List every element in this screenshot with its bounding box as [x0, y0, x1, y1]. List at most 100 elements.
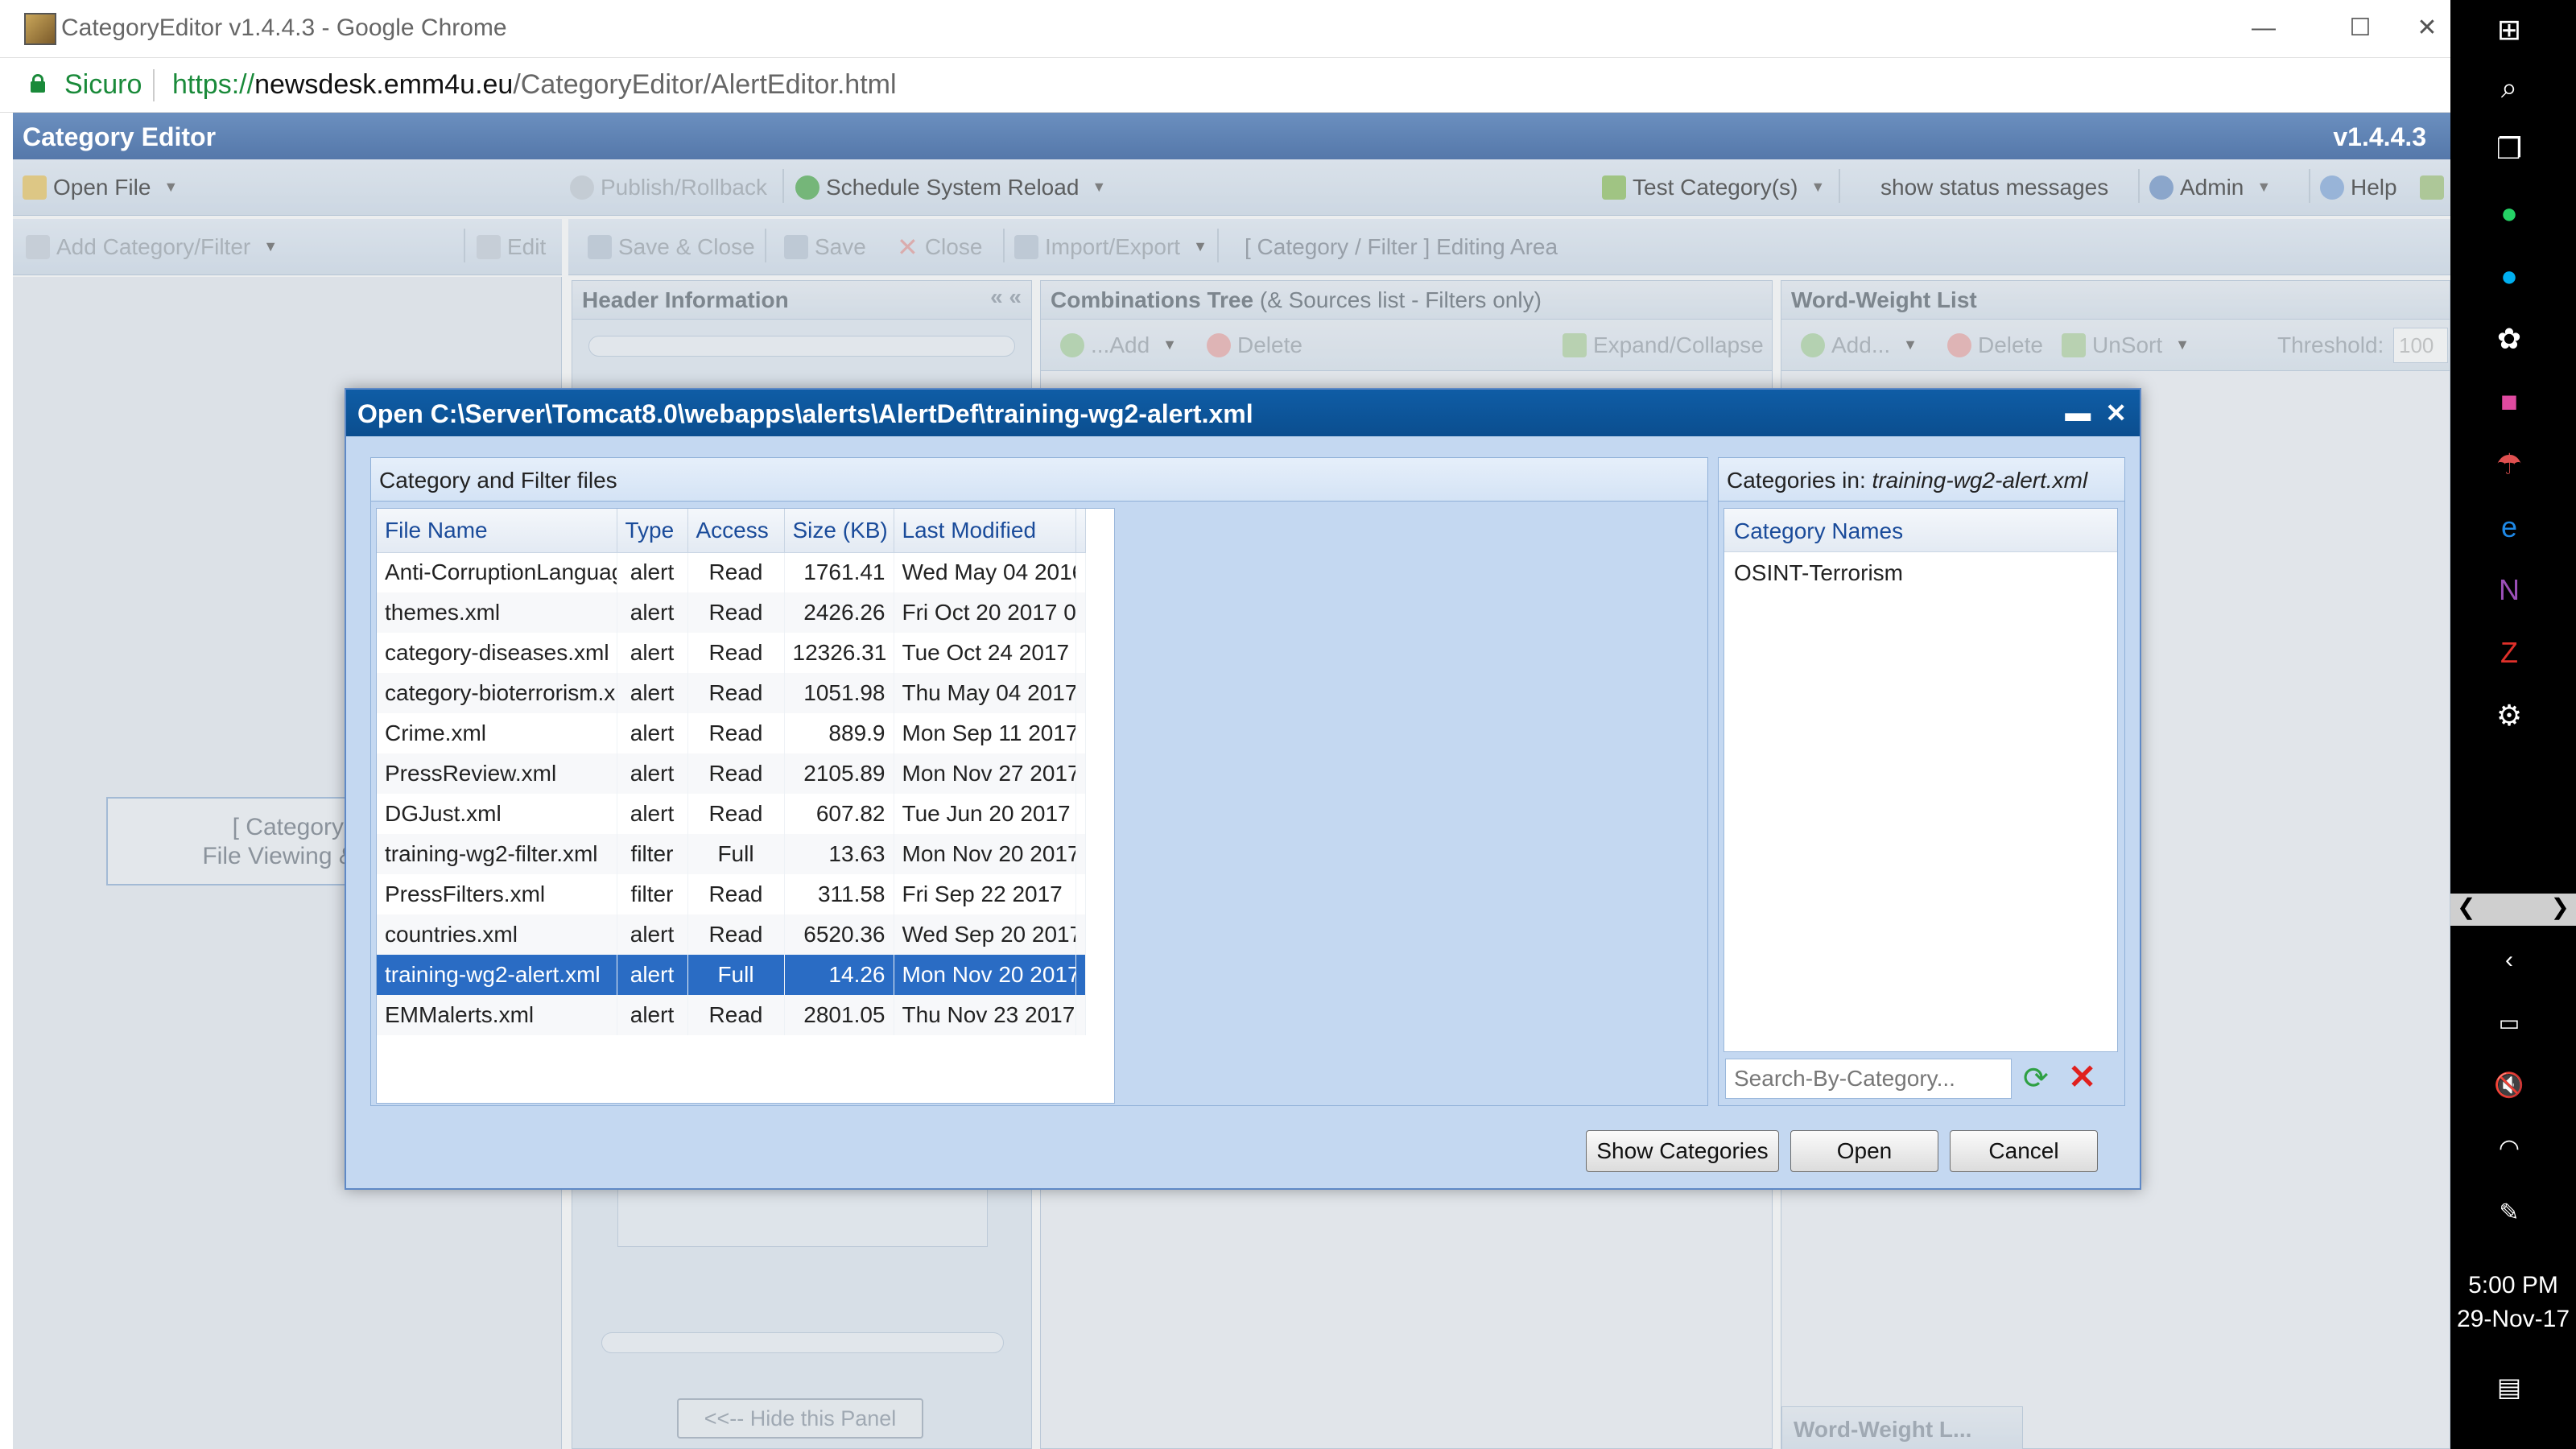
combinations-toolbar: ...Add ▼ Delete Expand/Collapse [1041, 320, 1772, 371]
app-icon-generic[interactable]: ☂ [2491, 446, 2528, 483]
word-weight-footer-tab[interactable]: Word-Weight L... [1781, 1406, 2023, 1449]
open-button[interactable]: Open [1790, 1130, 1938, 1172]
maximize-button[interactable]: ☐ [2336, 8, 2384, 48]
chevron-down-icon: ▼ [263, 238, 279, 254]
file-row-spacer [1075, 592, 1086, 633]
file-row[interactable]: PressReview.xml alert Read 2105.89 Mon Nov 2… [377, 753, 1086, 794]
app-icon-red[interactable]: Z [2491, 634, 2528, 671]
file-row[interactable]: themes.xml alert Read 2426.26 Fri Oct 20 201… [377, 592, 1086, 633]
refresh-icon[interactable]: ⟳ [2023, 1063, 2049, 1094]
edge-icon[interactable]: e [2491, 509, 2528, 546]
publish-rollback-button[interactable]: Publish/Rollback [570, 159, 767, 215]
categories-panel: Categories in: training-wg2-alert.xml Ca… [1718, 457, 2125, 1106]
file-row-spacer [1075, 995, 1086, 1035]
file-rows: Anti-CorruptionLanguage.xmlalertRead1761… [377, 552, 1086, 1035]
file-type-cell: alert [617, 552, 688, 592]
minimize-icon[interactable]: ▬ [2065, 398, 2091, 428]
admin-menu[interactable]: Admin ▼ [2149, 159, 2271, 215]
file-row[interactable]: EMMalerts.xml alert Read 2801.05 Thu Nov 23 … [377, 995, 1086, 1035]
import-export-menu[interactable]: Import/Export ▼ [1014, 219, 1208, 275]
notifications-icon[interactable]: ▤ [2491, 1368, 2528, 1406]
toolbar-separator [2309, 169, 2310, 203]
add-icon [1801, 332, 1825, 357]
chevron-left-icon[interactable]: ‹ [2491, 942, 2528, 979]
file-row[interactable]: Crime.xml alert Read 889.9 Mon Sep 11 2017 [377, 713, 1086, 753]
address-bar[interactable]: Sicuro https://newsdesk.emm4u.eu/Categor… [0, 58, 2450, 113]
paint-icon[interactable]: ■ [2491, 383, 2528, 420]
search-icon[interactable]: ⌕ [2491, 69, 2528, 106]
word-weight-toolbar: Add... ▼ Delete UnSort ▼ Threshold: 100 [1781, 320, 2450, 371]
chevron-left-icon[interactable]: ❮ [2457, 894, 2475, 920]
dialog-title-bar[interactable]: Open C:\Server\Tomcat8.0\webapps\alerts\… [346, 390, 2140, 436]
skype-icon[interactable]: ● [2491, 258, 2528, 295]
hide-panel-button[interactable]: <<-- Hide this Panel [677, 1398, 923, 1439]
file-row[interactable]: category-diseases.xml alert Read 12326.31 Tu… [377, 633, 1086, 673]
column-header-size[interactable]: Size (KB) [784, 509, 894, 553]
combination-delete-button[interactable]: Delete [1207, 320, 1302, 370]
close-window-button[interactable]: ✕ [2407, 8, 2447, 48]
category-search-input[interactable]: Search-By-Category... [1725, 1059, 2012, 1099]
file-modified-cell: Mon Nov 20 2017 [894, 955, 1076, 995]
file-row[interactable]: countries.xml alert Read 6520.36 Wed Sep 20 … [377, 914, 1086, 955]
exit-button[interactable] [2420, 159, 2449, 215]
column-header-last-modified[interactable]: Last Modified [894, 509, 1076, 553]
file-row[interactable]: training-wg2-alert.xml alert Full 14.26 Mon … [377, 955, 1086, 995]
combination-add-menu[interactable]: ...Add ▼ [1060, 320, 1177, 370]
volume-muted-icon[interactable]: 🔇 [2491, 1067, 2528, 1104]
file-row[interactable]: training-wg2-filter.xml filter Full 13.63 Mo… [377, 834, 1086, 874]
battery-icon[interactable]: ▭ [2491, 1005, 2528, 1042]
file-row[interactable]: Anti-CorruptionLanguage.xmlalertRead1761… [377, 552, 1086, 592]
gear-icon[interactable]: ⚙ [2491, 697, 2528, 734]
clear-icon[interactable]: ✕ [2068, 1060, 2096, 1094]
edit-button[interactable]: Edit [477, 219, 546, 275]
file-row[interactable]: PressFilters.xml filter Read 311.58 Fri Sep … [377, 874, 1086, 914]
wifi-icon[interactable]: ◠ [2491, 1130, 2528, 1167]
toolbar-separator [1003, 229, 1005, 262]
word-add-menu[interactable]: Add... ▼ [1801, 320, 1918, 370]
column-header-access[interactable]: Access [687, 509, 785, 553]
task-view-icon[interactable]: ❐ [2491, 130, 2528, 167]
show-status-button[interactable]: show status messages [1880, 159, 2108, 215]
collapse-icon[interactable]: « « [990, 284, 1022, 310]
chevron-down-icon: ▼ [1810, 179, 1826, 195]
url-text[interactable]: https://newsdesk.emm4u.eu/CategoryEditor… [172, 69, 897, 101]
file-row[interactable]: DGJust.xml alert Read 607.82 Tue Jun 20 2017 [377, 794, 1086, 834]
file-size-cell: 6520.36 [784, 914, 894, 955]
chevron-right-icon[interactable]: ❯ [2551, 894, 2570, 920]
taskbar-time[interactable]: 5:00 PM [2450, 1272, 2576, 1299]
unsort-menu[interactable]: UnSort ▼ [2062, 320, 2190, 370]
taskbar-date[interactable]: 29-Nov-17 [2450, 1306, 2576, 1333]
taskbar-scrollbar[interactable]: ❮ ❯ [2450, 894, 2576, 926]
file-access-cell: Read [687, 673, 785, 713]
minimize-button[interactable]: — [2240, 8, 2288, 48]
file-access-cell: Read [687, 995, 785, 1035]
schedule-reload-menu[interactable]: Schedule System Reload ▼ [795, 159, 1106, 215]
onenote-icon[interactable]: N [2491, 572, 2528, 609]
close-button[interactable]: ✕ Close [897, 219, 982, 275]
save-button[interactable]: Save [784, 219, 866, 275]
whatsapp-icon[interactable]: ● [2491, 195, 2528, 232]
threshold-input[interactable]: 100 [2393, 328, 2448, 363]
test-categories-menu[interactable]: Test Category(s) ▼ [1602, 159, 1825, 215]
word-delete-button[interactable]: Delete [1947, 320, 2043, 370]
chevron-down-icon: ▼ [1092, 179, 1107, 195]
add-category-filter-menu[interactable]: Add Category/Filter ▼ [26, 219, 278, 275]
close-icon[interactable]: ✕ [2105, 398, 2127, 428]
save-close-button[interactable]: Save & Close [588, 219, 755, 275]
show-categories-button[interactable]: Show Categories [1586, 1130, 1779, 1172]
file-row[interactable]: category-bioterrorism.xml alert Read 1051.9… [377, 673, 1086, 713]
pen-icon[interactable]: ✎ [2491, 1195, 2528, 1232]
column-header-file-name[interactable]: File Name [377, 509, 617, 553]
app-icon-settings-wheel[interactable]: ✿ [2491, 320, 2528, 357]
open-file-menu[interactable]: Open File ▼ [23, 159, 178, 215]
expand-collapse-button[interactable]: Expand/Collapse [1563, 320, 1764, 370]
chevron-down-icon: ▼ [2256, 179, 2272, 195]
file-size-cell: 2426.26 [784, 592, 894, 633]
windows-start-icon[interactable]: ⊞ [2491, 11, 2528, 48]
help-button[interactable]: Help [2320, 159, 2397, 215]
file-type-cell: alert [617, 753, 688, 794]
column-header-category-names[interactable]: Category Names [1724, 509, 2117, 552]
cancel-button[interactable]: Cancel [1950, 1130, 2098, 1172]
column-header-type[interactable]: Type [617, 509, 688, 553]
category-row[interactable]: OSINT-Terrorism [1724, 552, 2117, 591]
